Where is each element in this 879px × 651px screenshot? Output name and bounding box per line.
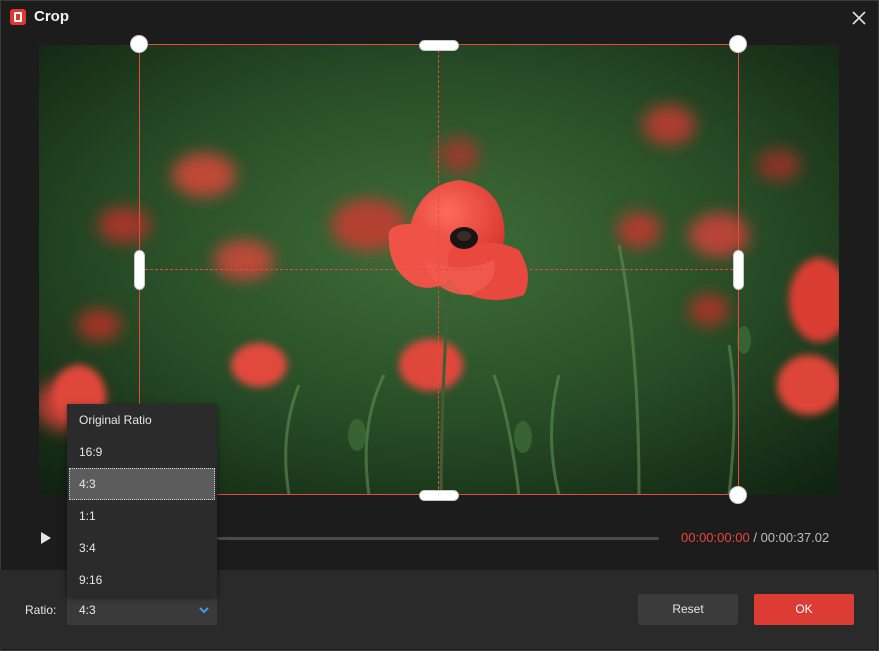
crop-handle-right[interactable] (733, 250, 744, 290)
current-time: 00:00:00:00 (681, 530, 750, 545)
ratio-selected-value: 4:3 (79, 603, 96, 617)
reset-button[interactable]: Reset (638, 594, 738, 625)
crop-guide-horizontal (140, 269, 738, 270)
playback-progress-bar[interactable] (217, 537, 659, 540)
title-bar: Crop (1, 1, 878, 35)
crop-handle-top-left[interactable] (130, 35, 148, 53)
ok-button[interactable]: OK (754, 594, 854, 625)
close-icon (852, 11, 866, 25)
crop-handle-top-right[interactable] (729, 35, 747, 53)
close-button[interactable] (848, 7, 870, 29)
ratio-option-4-3[interactable]: 4:3 (69, 468, 215, 500)
play-button[interactable] (38, 530, 54, 546)
app-logo-icon (10, 9, 26, 25)
ratio-option-original[interactable]: Original Ratio (67, 404, 217, 436)
ratio-dropdown-menu: Original Ratio 16:9 4:3 1:1 3:4 9:16 (67, 404, 217, 596)
ratio-option-16-9[interactable]: 16:9 (67, 436, 217, 468)
ratio-option-3-4[interactable]: 3:4 (67, 532, 217, 564)
crop-handle-bottom-right[interactable] (729, 486, 747, 504)
ratio-label: Ratio: (25, 603, 57, 617)
ratio-option-1-1[interactable]: 1:1 (67, 500, 217, 532)
play-icon (41, 532, 51, 544)
total-time: 00:00:37.02 (760, 530, 830, 545)
crop-handle-left[interactable] (134, 250, 145, 290)
crop-handle-bottom[interactable] (419, 490, 459, 501)
ratio-option-9-16[interactable]: 9:16 (67, 564, 217, 596)
ratio-select[interactable]: 4:3 (67, 596, 217, 625)
chevron-down-icon (199, 607, 209, 614)
dialog-title: Crop (34, 8, 69, 25)
time-separator: / (753, 530, 757, 545)
crop-handle-top[interactable] (419, 40, 459, 51)
time-display: 00:00:00:00 / 00:00:37.02 (681, 530, 829, 545)
